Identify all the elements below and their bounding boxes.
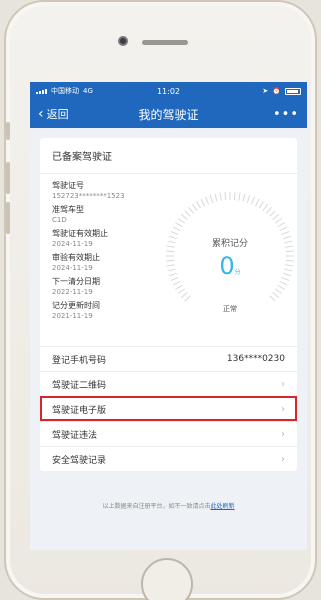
signal-icon: [36, 88, 47, 94]
gauge-unit: 分: [234, 269, 241, 276]
chevron-right-icon: ›: [281, 403, 285, 415]
network-type: 4G: [83, 87, 93, 95]
row-label: 安全驾驶记录: [52, 455, 107, 466]
alarm-icon: ⏰: [272, 87, 281, 95]
row-label: 驾驶证电子版: [52, 405, 107, 416]
volume-up-button: [6, 162, 10, 194]
license-card: 已备案驾驶证 驾驶证号 152723********1523 准驾车型 C1D …: [40, 138, 297, 471]
gauge-label: 累积记分: [211, 239, 248, 249]
phone-frame: 中国移动 4G 11:02 ➤ ⏰ ‹ 返回 我的驾驶证 ••• 已备案驾驶证 …: [4, 0, 317, 600]
back-label: 返回: [46, 108, 69, 121]
chevron-right-icon: ›: [281, 453, 285, 465]
battery-icon: [284, 87, 301, 95]
screen: 中国移动 4G 11:02 ➤ ⏰ ‹ 返回 我的驾驶证 ••• 已备案驾驶证 …: [30, 82, 307, 550]
carrier-name: 中国移动: [51, 87, 79, 95]
front-camera: [118, 36, 128, 46]
license-info: 驾驶证号 152723********1523 准驾车型 C1D 驾驶证有效期止…: [40, 174, 297, 346]
row-electronic-license[interactable]: 驾驶证电子版 ›: [40, 396, 297, 421]
earpiece-speaker: [142, 40, 188, 45]
page-title: 我的驾驶证: [138, 107, 199, 122]
score-gauge: 累积记分 0分 正常: [160, 186, 300, 326]
row-license-qr-code[interactable]: 驾驶证二维码 ›: [40, 371, 297, 396]
chevron-right-icon: ›: [281, 428, 285, 440]
volume-down-button: [6, 202, 10, 234]
card-title: 已备案驾驶证: [40, 138, 297, 174]
gauge-value: 0分: [160, 252, 300, 280]
gauge-status: 正常: [223, 305, 237, 313]
back-button[interactable]: ‹ 返回: [38, 106, 69, 122]
chevron-left-icon: ‹: [38, 106, 44, 122]
more-menu-button[interactable]: •••: [273, 107, 299, 122]
row-license-violations[interactable]: 驾驶证违法 ›: [40, 421, 297, 446]
chevron-right-icon: ›: [281, 378, 285, 390]
status-time: 11:02: [156, 86, 181, 96]
row-label: 登记手机号码: [52, 355, 107, 366]
mute-switch: [6, 122, 10, 140]
nav-bar: ‹ 返回 我的驾驶证 •••: [30, 100, 307, 128]
status-bar: 中国移动 4G 11:02 ➤ ⏰: [30, 82, 307, 100]
row-safe-driving-record[interactable]: 安全驾驶记录 ›: [40, 446, 297, 471]
location-icon: ➤: [262, 87, 269, 95]
row-label: 驾驶证二维码: [52, 380, 107, 391]
footer-text: 以上数据来自注册平台，如不一致请点击: [102, 503, 211, 510]
refresh-link[interactable]: 此处刷新: [211, 503, 235, 510]
home-button[interactable]: [141, 558, 193, 600]
row-value: 136****0230: [226, 354, 285, 364]
gauge-score: 0: [219, 252, 235, 280]
row-registered-phone[interactable]: 登记手机号码 136****0230: [40, 346, 297, 371]
footer-note: 以上数据来自注册平台，如不一致请点击此处刷新: [30, 501, 307, 510]
row-label: 驾驶证违法: [52, 430, 98, 441]
